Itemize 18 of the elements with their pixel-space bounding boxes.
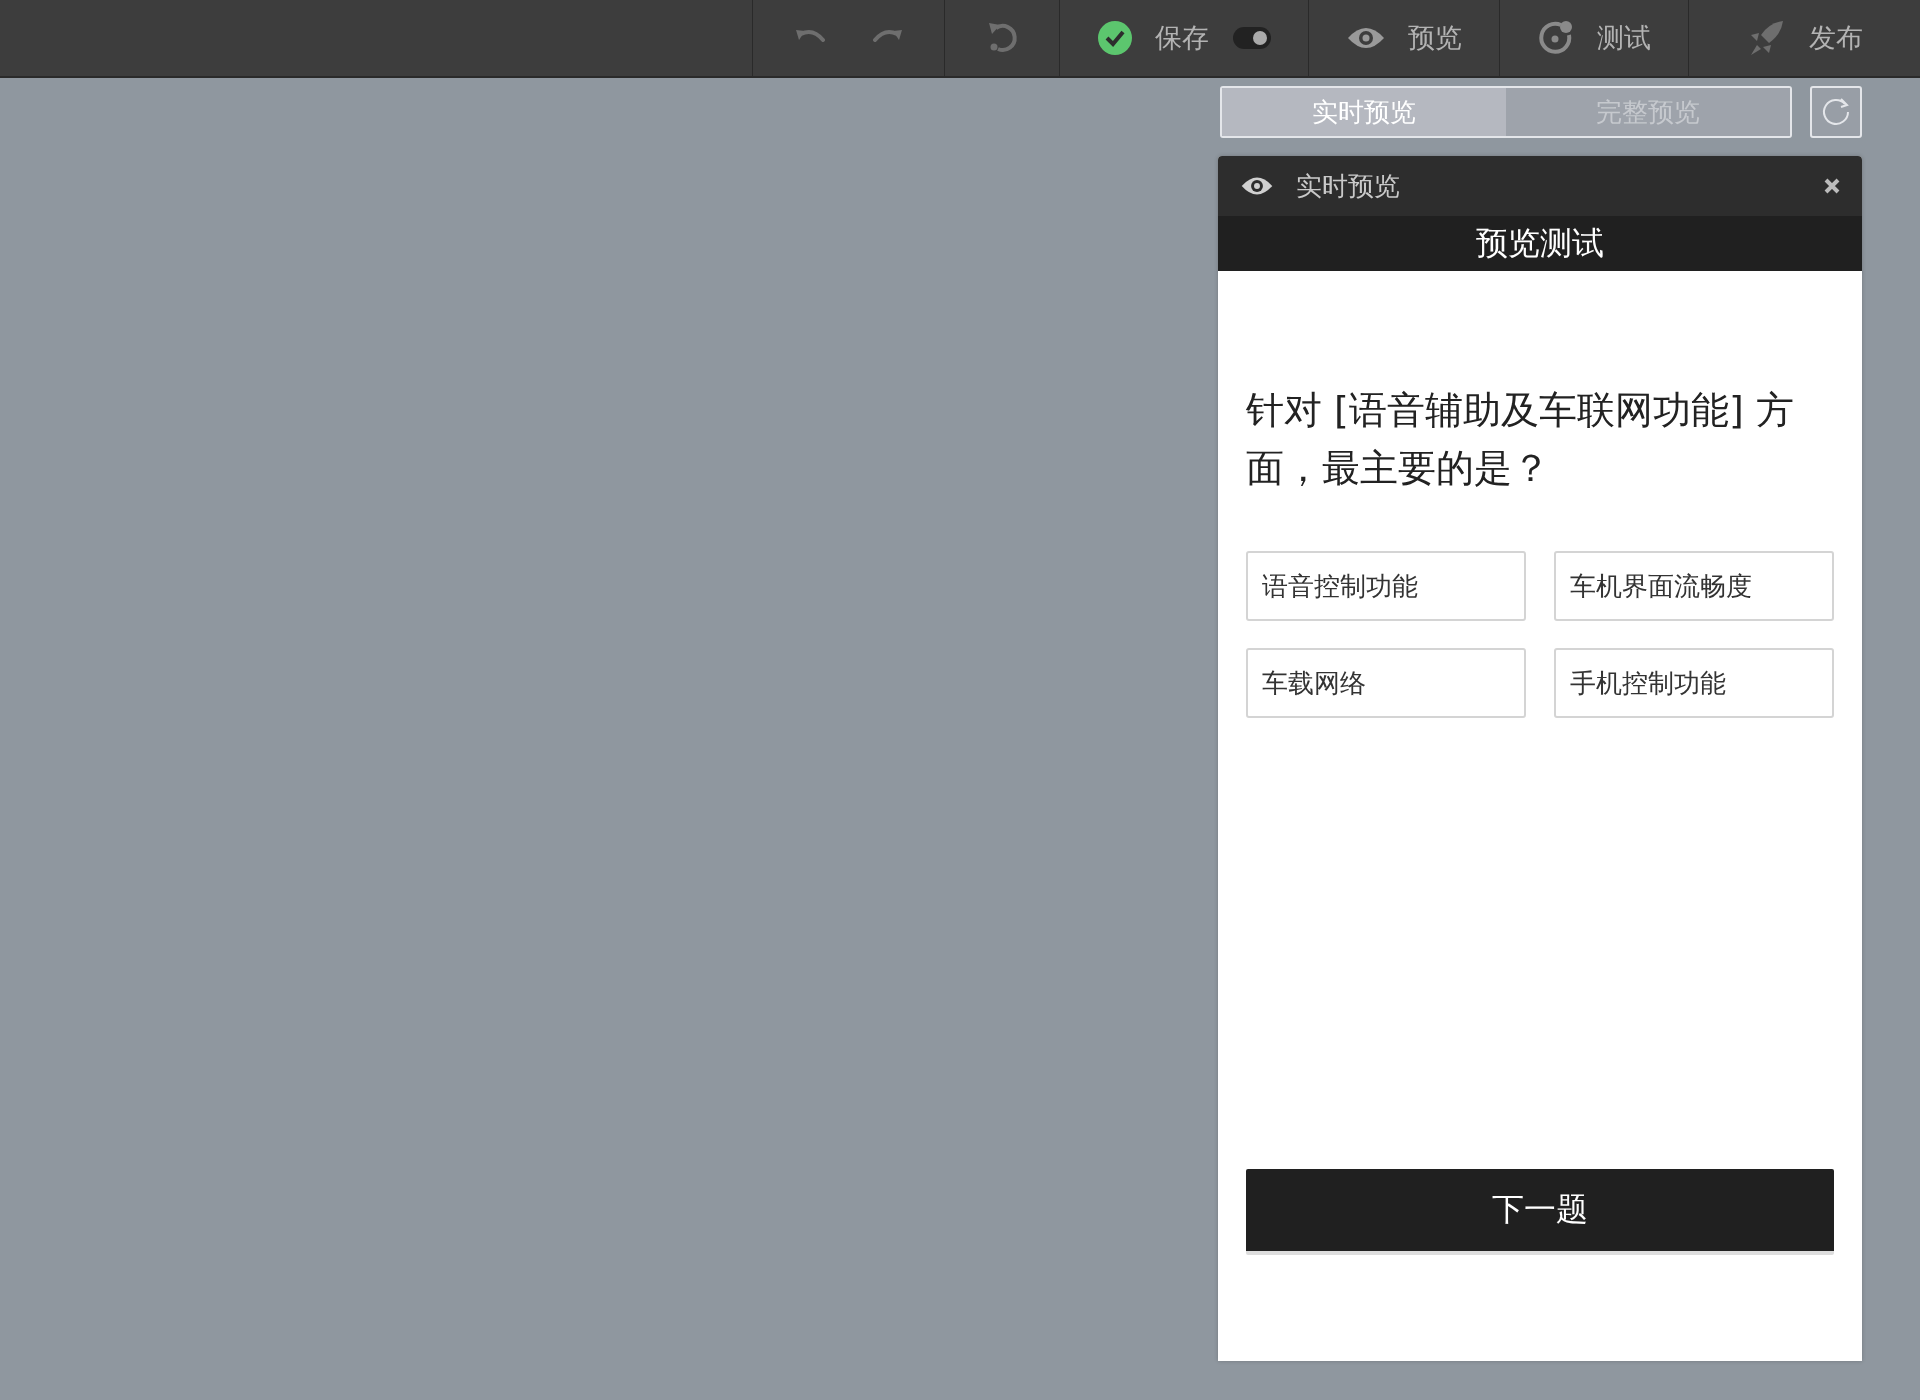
check-circle-icon [1097, 20, 1133, 56]
test-button[interactable]: 测试 [1537, 19, 1651, 57]
next-button[interactable]: 下一题 [1246, 1169, 1834, 1255]
answer-option[interactable]: 车机界面流畅度 [1554, 551, 1834, 621]
save-button[interactable]: 保存 [1097, 20, 1209, 56]
autosave-toggle[interactable] [1233, 27, 1271, 49]
preview-button[interactable]: 预览 [1346, 20, 1462, 56]
answer-option[interactable]: 手机控制功能 [1554, 648, 1834, 718]
refresh-button[interactable] [1810, 86, 1862, 138]
page-title: 预览测试 [1218, 216, 1862, 271]
answer-option[interactable]: 语音控制功能 [1246, 551, 1526, 621]
refresh-icon [1821, 97, 1851, 127]
question-text: 针对 [语音辅助及车联网功能] 方面，最主要的是？ [1246, 387, 1795, 492]
close-icon[interactable] [1824, 178, 1840, 194]
answer-option[interactable]: 车载网络 [1246, 648, 1526, 718]
test-icon [1537, 19, 1575, 57]
panel-title: 实时预览 [1296, 169, 1401, 203]
publish-button[interactable]: 发布 [1746, 19, 1863, 57]
